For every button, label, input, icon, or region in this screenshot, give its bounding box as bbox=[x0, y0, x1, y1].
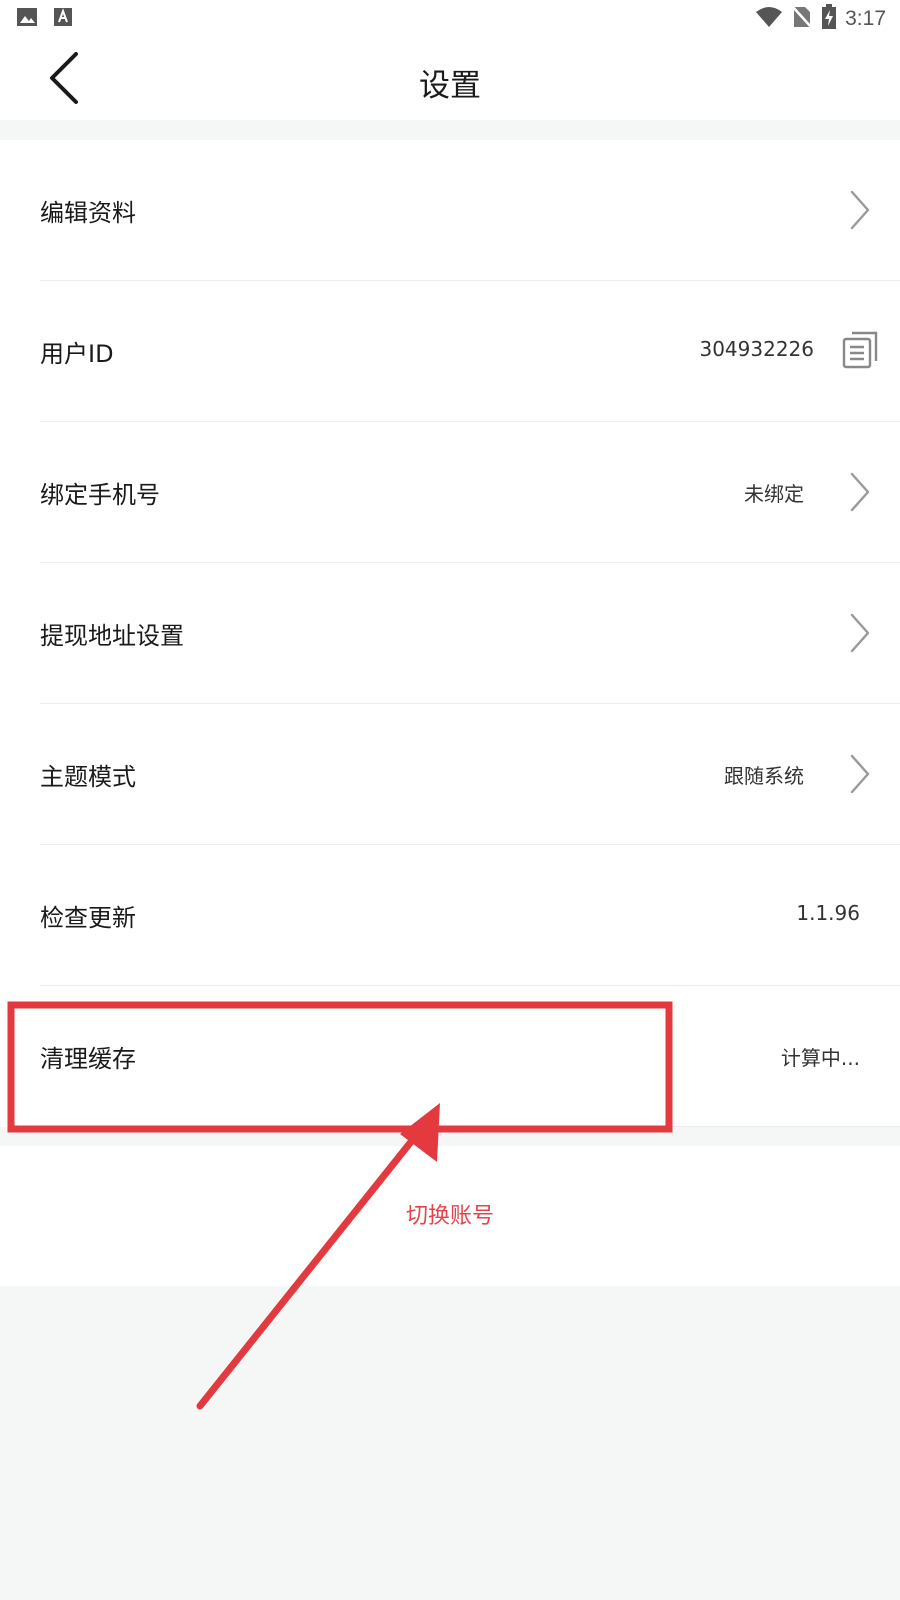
no-sim-icon bbox=[791, 5, 814, 33]
status-time: 3:17 bbox=[845, 7, 886, 30]
clear-cache-row[interactable]: 清理缓存 计算中... bbox=[0, 986, 900, 1127]
row-label: 清理缓存 bbox=[40, 1045, 136, 1073]
battery-charging-icon bbox=[821, 4, 837, 34]
copy-icon[interactable] bbox=[842, 331, 878, 369]
bind-phone-row[interactable]: 绑定手机号 未绑定 bbox=[0, 422, 900, 563]
row-label: 检查更新 bbox=[40, 904, 136, 932]
theme-mode-value: 跟随系统 bbox=[724, 764, 804, 788]
theme-mode-row[interactable]: 主题模式 跟随系统 bbox=[0, 704, 900, 845]
row-label: 编辑资料 bbox=[40, 199, 136, 227]
row-label: 主题模式 bbox=[40, 763, 136, 791]
status-bar: 3:17 bbox=[0, 0, 900, 36]
settings-list: 编辑资料 用户ID 304932226 绑定手机号 未绑定 提现地址设置 主题模… bbox=[0, 140, 900, 1127]
page-title: 设置 bbox=[419, 68, 481, 104]
divider bbox=[40, 1126, 900, 1127]
edit-profile-row[interactable]: 编辑资料 bbox=[0, 140, 900, 281]
app-header: 设置 bbox=[0, 36, 900, 120]
user-id-value: 304932226 bbox=[699, 337, 814, 361]
withdraw-address-row[interactable]: 提现地址设置 bbox=[0, 563, 900, 704]
row-label: 用户ID bbox=[40, 340, 114, 368]
wifi-icon bbox=[755, 6, 783, 32]
bind-phone-status: 未绑定 bbox=[744, 482, 804, 506]
text-a-icon bbox=[52, 6, 74, 32]
switch-account-section: 切换账号 bbox=[0, 1146, 900, 1286]
check-update-row[interactable]: 检查更新 1.1.96 bbox=[0, 845, 900, 986]
row-label: 提现地址设置 bbox=[40, 622, 184, 650]
image-icon bbox=[16, 6, 38, 32]
row-label: 绑定手机号 bbox=[40, 481, 160, 509]
chevron-right-icon bbox=[850, 190, 870, 230]
chevron-right-icon bbox=[850, 754, 870, 794]
cache-size-value: 计算中... bbox=[780, 1046, 860, 1070]
status-right: 3:17 bbox=[755, 4, 886, 34]
switch-account-button[interactable]: 切换账号 bbox=[0, 1198, 900, 1230]
user-id-row: 用户ID 304932226 bbox=[0, 281, 900, 422]
status-left-icons bbox=[16, 6, 74, 32]
chevron-right-icon bbox=[850, 472, 870, 512]
app-version-value: 1.1.96 bbox=[796, 901, 860, 925]
chevron-right-icon bbox=[850, 613, 870, 653]
